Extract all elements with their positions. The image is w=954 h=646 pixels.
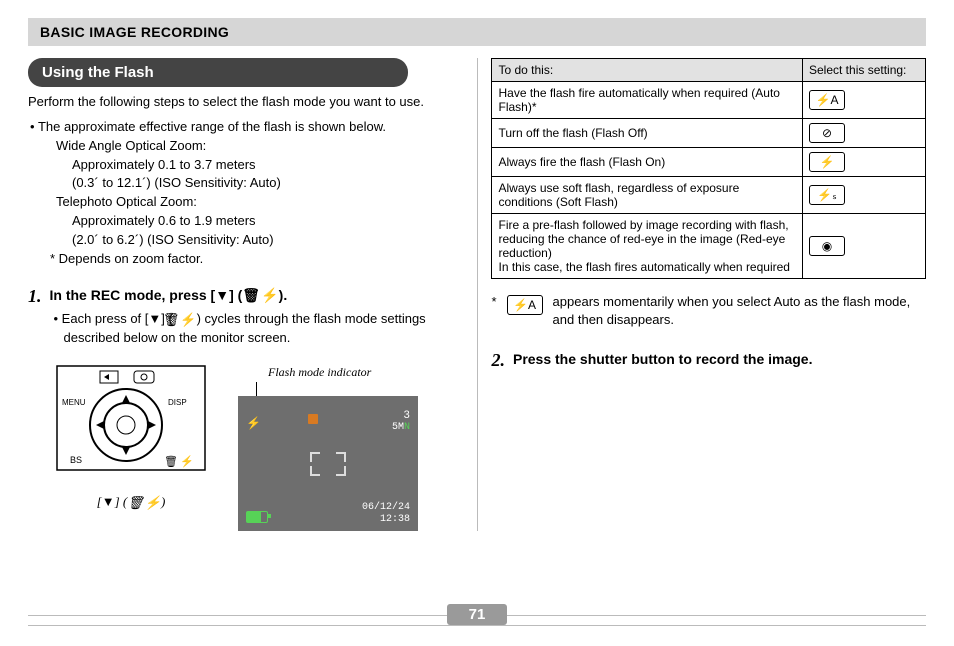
step-2-number: 2. (491, 351, 505, 369)
lcd-flash-icon: ⚡ (246, 416, 261, 430)
wide-line1: Approximately 0.1 to 3.7 meters (28, 156, 463, 175)
table-header-left: To do this: (492, 59, 803, 82)
range-bullet: • The approximate effective range of the… (28, 118, 463, 137)
tele-line2: (2.0´ to 6.2´) (ISO Sensitivity: Auto) (28, 231, 463, 250)
right-column: To do this: Select this setting: Have th… (477, 58, 926, 531)
step-1-sub: • Each press of [▼] (🗑 ⚡) cycles through… (50, 310, 463, 347)
table-row: Fire a pre-flash followed by image recor… (492, 214, 926, 279)
flash-on-icon: ⚡ (809, 152, 845, 172)
tele-line1: Approximately 0.6 to 1.9 meters (28, 212, 463, 231)
lcd-battery-icon (246, 511, 268, 523)
section-title: Using the Flash (28, 58, 408, 87)
svg-text:🗑: 🗑 (164, 455, 178, 468)
table-desc: Always fire the flash (Flash On) (492, 148, 803, 177)
menu-label: MENU (62, 398, 86, 407)
svg-text:⚡: ⚡ (180, 455, 194, 468)
trash-flash-icon: 🗑 ⚡ (173, 311, 197, 329)
flash-auto-icon: ⚡A (809, 90, 845, 110)
camera-back-svg: MENU DISP BS 🗑 ⚡ (56, 365, 206, 485)
depends-note: * Depends on zoom factor. (28, 250, 463, 269)
note-asterisk: * (491, 293, 496, 329)
note-text: appears momentarily when you select Auto… (553, 293, 926, 329)
bs-label: BS (70, 455, 82, 465)
wide-line2: (0.3´ to 12.1´) (ISO Sensitivity: Auto) (28, 174, 463, 193)
auto-note: * ⚡A appears momentarily when you select… (491, 293, 926, 329)
page-header: BASIC IMAGE RECORDING (28, 18, 926, 46)
lcd-orange-square-icon (308, 414, 318, 424)
table-desc: Fire a pre-flash followed by image recor… (492, 214, 803, 279)
left-column: Using the Flash Perform the following st… (28, 58, 477, 531)
table-row: Turn off the flash (Flash Off) ⊘ (492, 119, 926, 148)
step-2: 2. Press the shutter button to record th… (491, 351, 926, 369)
table-row: Have the flash fire automatically when r… (492, 82, 926, 119)
step-2-heading: Press the shutter button to record the i… (513, 351, 813, 367)
lcd-focus-frame-icon (310, 452, 346, 476)
wide-label: Wide Angle Optical Zoom: (28, 137, 463, 156)
flash-soft-icon: ⚡ₛ (809, 185, 845, 205)
lcd-shots-remaining: 3 (403, 410, 410, 422)
lcd-diagram: Flash mode indicator ⚡ 3 5MN 06/12/ (238, 365, 418, 531)
tele-label: Telephoto Optical Zoom: (28, 193, 463, 212)
illustration-row: MENU DISP BS 🗑 ⚡ [▼] (🗑 ⚡) Flash mode in… (56, 365, 463, 531)
lcd-caption: Flash mode indicator (268, 365, 418, 380)
step-1-heading: In the REC mode, press [▼] (🗑 ⚡). (50, 287, 288, 303)
page-number: 71 (447, 604, 508, 625)
lcd-resolution: 5MN (392, 422, 410, 433)
page-footer: 71 (28, 615, 926, 626)
step-1-number: 1. (28, 287, 42, 348)
lcd-arrow (256, 382, 258, 396)
flash-off-icon: ⊘ (809, 123, 845, 143)
flash-auto-icon: ⚡A (507, 295, 543, 315)
table-desc: Always use soft flash, regardless of exp… (492, 177, 803, 214)
lcd-screen: ⚡ 3 5MN 06/12/24 12:38 (238, 396, 418, 531)
settings-table: To do this: Select this setting: Have th… (491, 58, 926, 279)
disp-label: DISP (168, 398, 187, 407)
table-header-row: To do this: Select this setting: (492, 59, 926, 82)
lcd-date: 06/12/24 (362, 502, 410, 513)
camera-caption: [▼] (🗑 ⚡) (56, 494, 206, 511)
lcd-time: 12:38 (380, 514, 410, 525)
trash-flash-icon: 🗑 ⚡ (242, 287, 278, 304)
intro-text: Perform the following steps to select th… (28, 93, 463, 112)
table-row: Always fire the flash (Flash On) ⚡ (492, 148, 926, 177)
red-eye-icon: ◉ (809, 236, 845, 256)
camera-back-diagram: MENU DISP BS 🗑 ⚡ [▼] (🗑 ⚡) (56, 365, 206, 511)
table-desc: Turn off the flash (Flash Off) (492, 119, 803, 148)
table-header-right: Select this setting: (803, 59, 926, 82)
step-1: 1. In the REC mode, press [▼] (🗑 ⚡). • E… (28, 287, 463, 348)
table-desc: Have the flash fire automatically when r… (492, 82, 803, 119)
table-row: Always use soft flash, regardless of exp… (492, 177, 926, 214)
trash-flash-icon: 🗑 ⚡ (127, 495, 161, 511)
